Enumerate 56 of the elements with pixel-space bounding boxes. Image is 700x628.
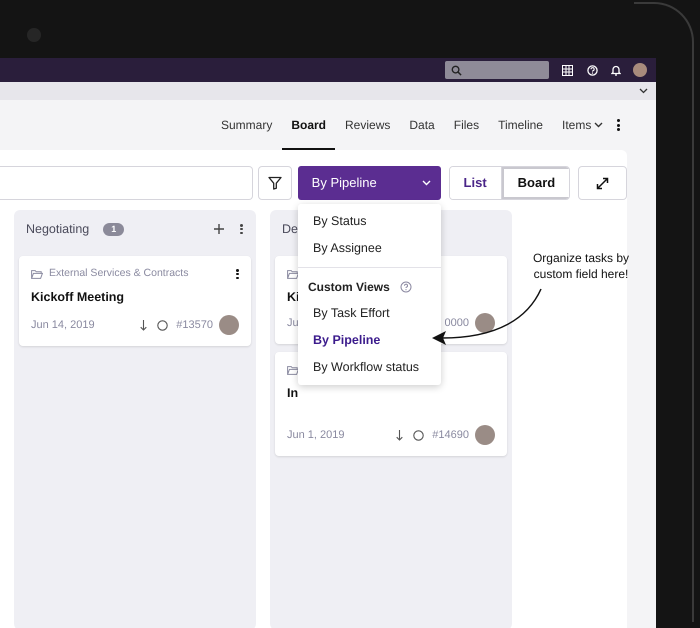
circle-icon bbox=[157, 320, 168, 330]
task-card[interactable]: External Services & Contracts Kickoff Meeting Jun 14, 2019 #13570 bbox=[19, 256, 251, 346]
view-dropdown-button[interactable]: By Pipeline bbox=[298, 166, 441, 200]
column-title: Negotiating bbox=[26, 220, 90, 238]
due-date: Jun 1, 2019 bbox=[287, 428, 344, 443]
circle-icon bbox=[413, 430, 424, 440]
menu-item[interactable]: By Pipeline bbox=[298, 327, 441, 354]
plus-icon[interactable] bbox=[214, 224, 224, 234]
kebab-icon[interactable] bbox=[236, 269, 239, 279]
kebab-icon[interactable] bbox=[617, 119, 620, 131]
search-field[interactable] bbox=[445, 61, 549, 79]
tab[interactable]: Reviews bbox=[336, 100, 400, 150]
menu-item[interactable]: By Status bbox=[298, 208, 441, 235]
expand-icon bbox=[596, 176, 610, 190]
column-title: De bbox=[282, 220, 298, 238]
folder-icon bbox=[287, 366, 299, 374]
tab[interactable]: Timeline bbox=[489, 100, 552, 150]
view-toggle-tab[interactable]: List bbox=[450, 167, 502, 199]
tab[interactable]: Summary bbox=[212, 100, 282, 150]
task-id: #13570 bbox=[176, 318, 213, 333]
tab[interactable]: Files bbox=[444, 100, 488, 150]
kebab-icon[interactable] bbox=[240, 224, 243, 234]
annotation-text: Organize tasks by custom field here! bbox=[532, 250, 630, 282]
grid-icon[interactable] bbox=[562, 64, 573, 76]
menu-item[interactable]: By Workflow status bbox=[298, 354, 441, 381]
folder-name: External Services & Contracts bbox=[49, 266, 188, 282]
search-field[interactable] bbox=[0, 166, 253, 200]
filter-icon bbox=[268, 176, 282, 190]
avatar bbox=[475, 313, 495, 333]
view-toggle-tab[interactable]: Board bbox=[502, 167, 570, 199]
menu-item[interactable]: By Task Effort bbox=[298, 300, 441, 327]
expand-button[interactable] bbox=[578, 166, 628, 200]
chevron-down-icon[interactable] bbox=[639, 88, 648, 94]
avatar bbox=[219, 315, 239, 335]
due-date: Ju bbox=[287, 316, 299, 331]
avatar[interactable] bbox=[633, 63, 647, 77]
avatar bbox=[475, 425, 495, 445]
filter-button[interactable] bbox=[258, 166, 292, 200]
arrow-down-icon bbox=[396, 430, 404, 440]
arrow-down-icon bbox=[140, 320, 148, 330]
task-id: 0000 bbox=[444, 316, 469, 331]
bell-icon[interactable] bbox=[611, 64, 621, 76]
tab[interactable]: Data bbox=[400, 100, 444, 150]
folder-icon bbox=[287, 270, 299, 278]
count-badge: 1 bbox=[103, 222, 124, 236]
task-id: #14690 bbox=[432, 428, 469, 443]
menu-item[interactable]: By Assignee bbox=[298, 235, 441, 262]
due-date: Jun 14, 2019 bbox=[31, 318, 95, 333]
card-title: Kickoff Meeting bbox=[31, 289, 124, 306]
chevron-down-icon bbox=[594, 122, 604, 128]
search-icon bbox=[451, 64, 462, 76]
tab[interactable]: Items bbox=[552, 100, 612, 150]
card-title: In bbox=[287, 385, 298, 402]
section-title: Custom Views bbox=[308, 278, 390, 296]
chevron-down-icon bbox=[422, 180, 431, 186]
folder-icon bbox=[31, 270, 43, 278]
